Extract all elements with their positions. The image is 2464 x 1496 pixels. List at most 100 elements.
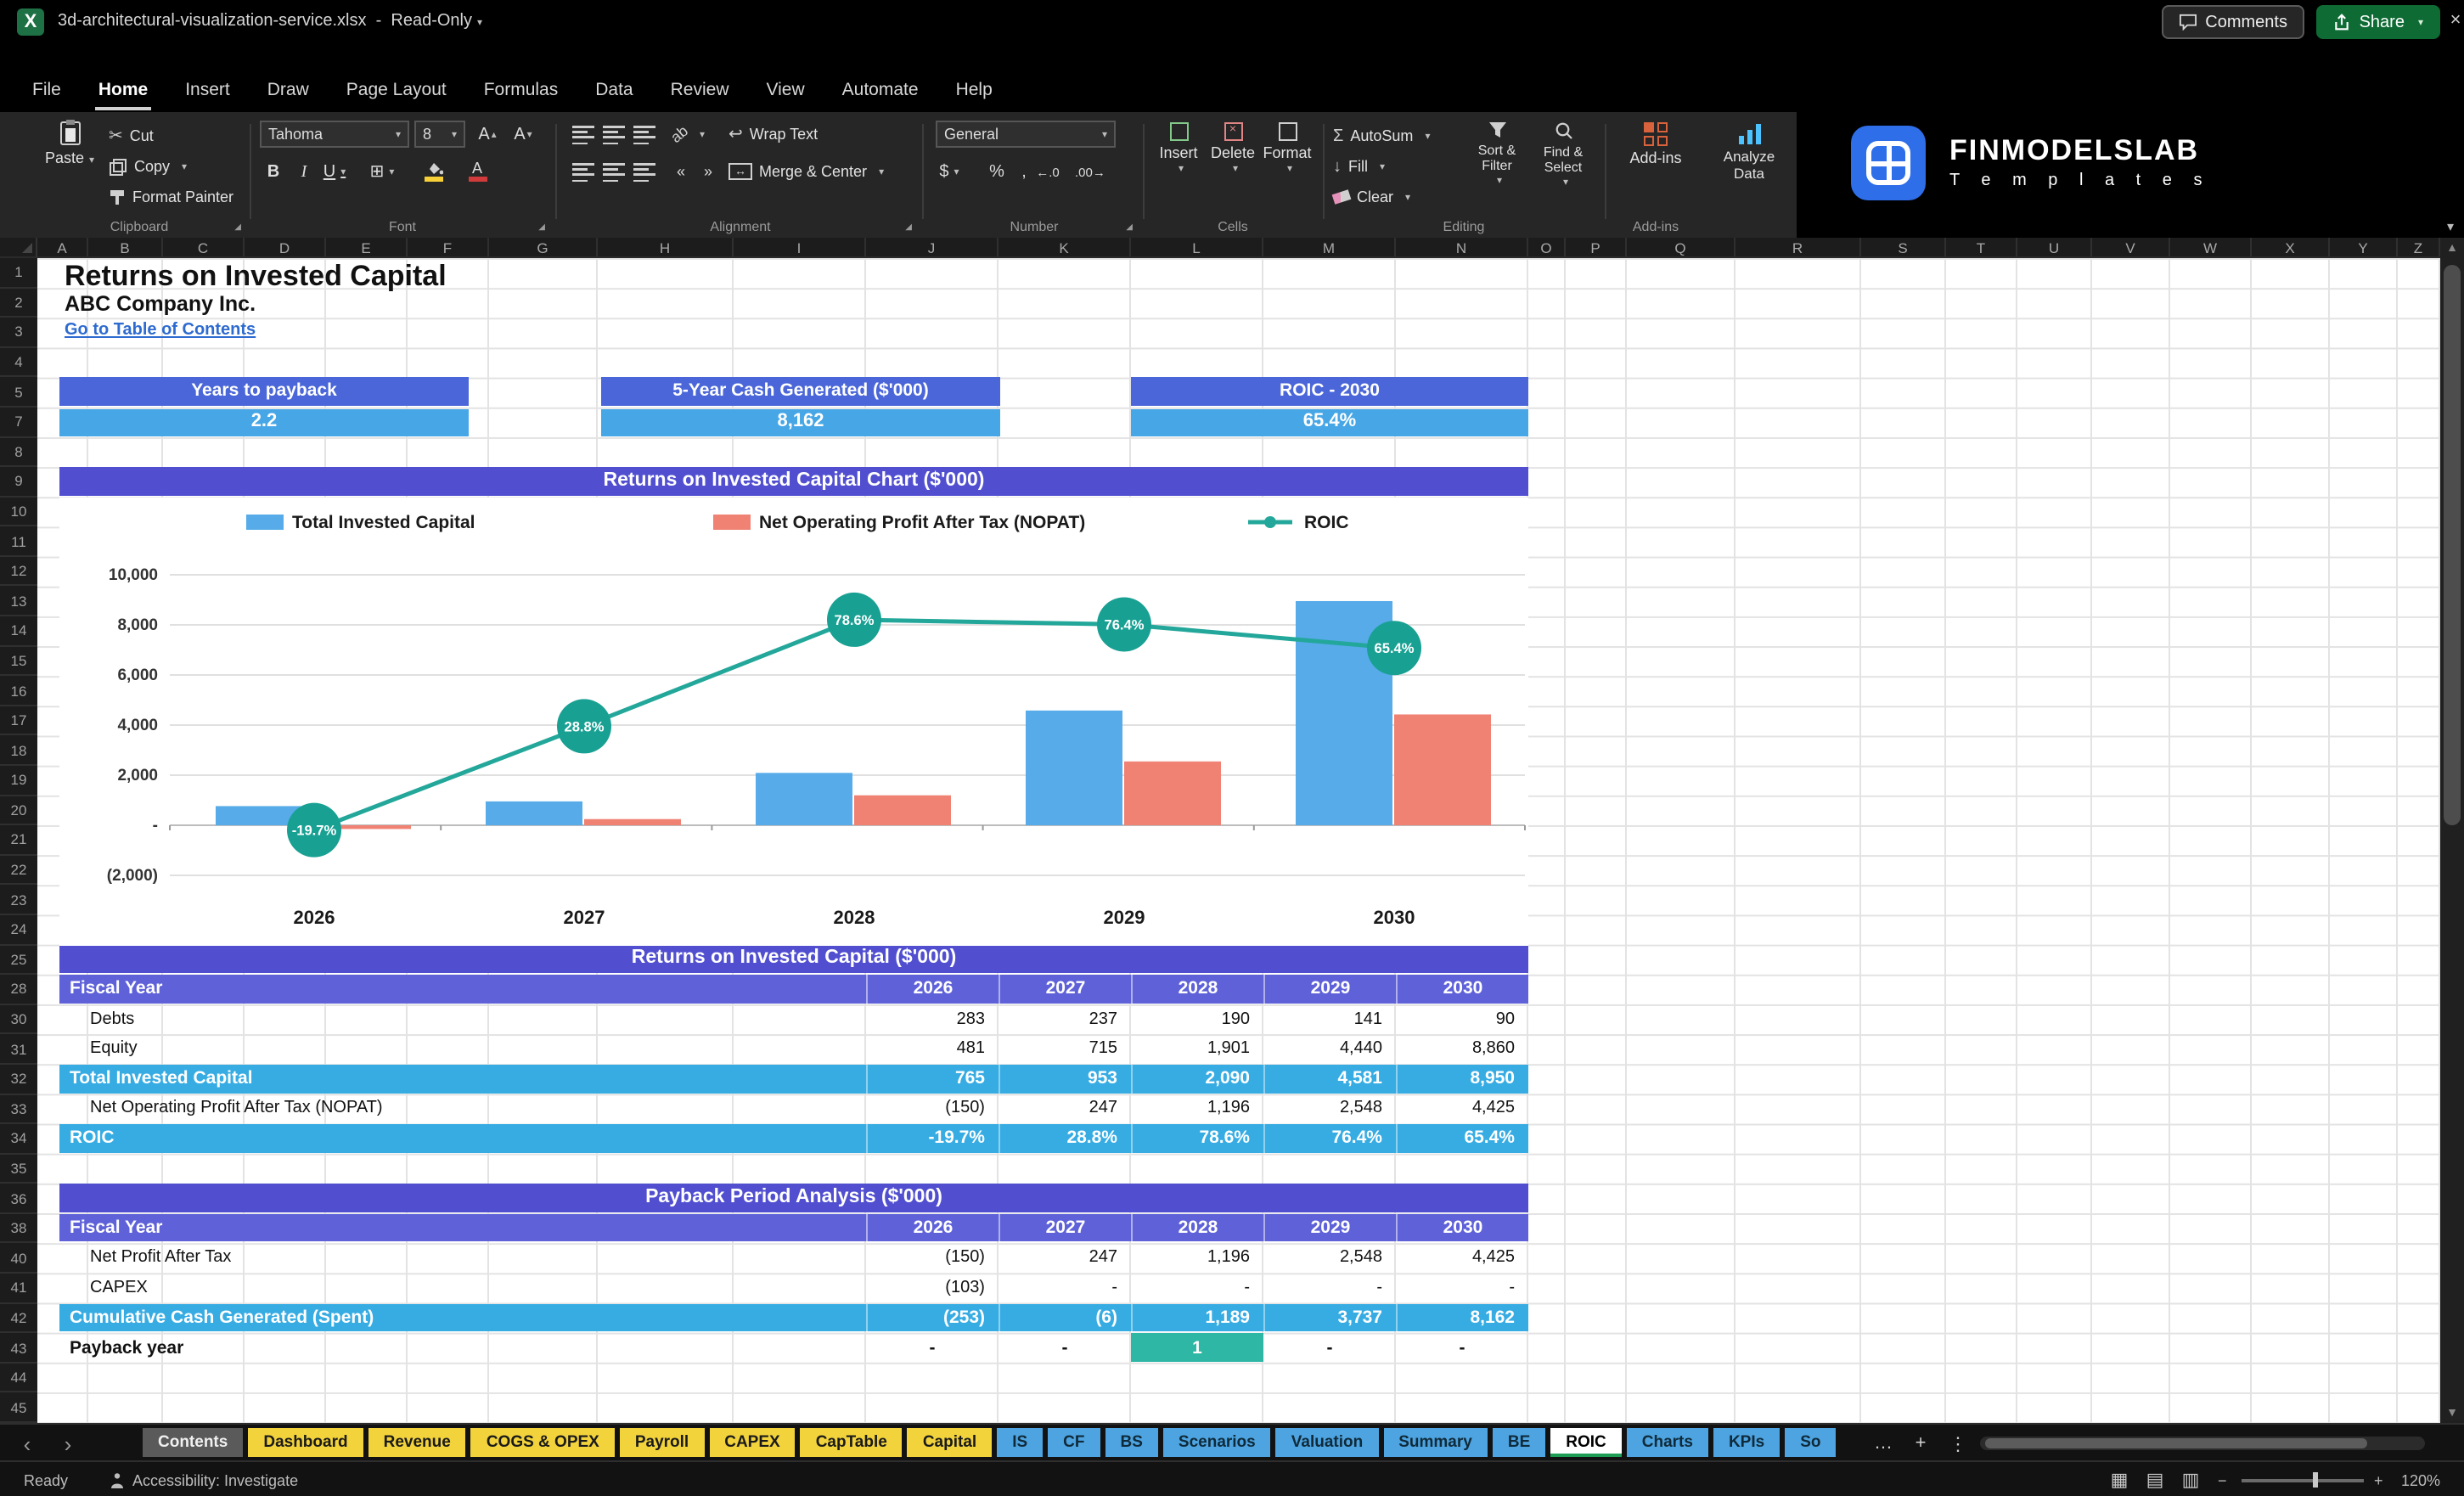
collapse-ribbon-icon[interactable]: ▾ xyxy=(2447,219,2454,234)
menu-tab-help[interactable]: Help xyxy=(937,68,1011,112)
delete-cells-button[interactable]: × Delete ▾ xyxy=(1207,122,1258,177)
decrease-indent-button[interactable]: « xyxy=(667,158,695,185)
row-header-3[interactable]: 3 xyxy=(0,318,37,348)
column-header-F[interactable]: F xyxy=(408,238,489,256)
year-header[interactable]: 2029 xyxy=(1263,975,1396,1004)
row-header-11[interactable]: 11 xyxy=(0,527,37,557)
cell-value[interactable]: 481 xyxy=(866,1035,999,1063)
row-header-13[interactable]: 13 xyxy=(0,587,37,617)
column-header-M[interactable]: M xyxy=(1263,238,1396,256)
column-header-P[interactable]: P xyxy=(1566,238,1627,256)
close-button[interactable]: × xyxy=(2439,0,2464,41)
cell-value[interactable]: 4,440 xyxy=(1263,1035,1396,1063)
cell-value[interactable]: 2,548 xyxy=(1263,1244,1396,1272)
cell-value[interactable]: (6) xyxy=(999,1303,1131,1332)
row-header-1[interactable]: 1 xyxy=(0,258,37,289)
sheet-tab-captable[interactable]: CapTable xyxy=(800,1428,903,1457)
sheet-tab-is[interactable]: IS xyxy=(997,1428,1044,1457)
row-header-20[interactable]: 20 xyxy=(0,796,37,826)
row-header-35[interactable]: 35 xyxy=(0,1154,37,1184)
merge-center-button[interactable]: ↔ Merge & Center ▾ xyxy=(729,158,884,185)
table-of-contents-link[interactable]: Go to Table of Contents xyxy=(65,321,438,343)
share-button[interactable]: Share ▾ xyxy=(2316,5,2440,39)
row-header-30[interactable]: 30 xyxy=(0,1004,37,1035)
cell-value[interactable]: -19.7% xyxy=(866,1124,999,1153)
year-header[interactable]: 2028 xyxy=(1131,1213,1263,1242)
zoom-slider[interactable] xyxy=(2242,1462,2364,1496)
comments-button[interactable]: Comments xyxy=(2161,5,2304,39)
italic-button[interactable]: I xyxy=(290,158,318,185)
column-header-N[interactable]: N xyxy=(1396,238,1528,256)
menu-tab-data[interactable]: Data xyxy=(577,68,651,112)
clear-button[interactable]: Clear ▾ xyxy=(1331,183,1410,211)
column-header-A[interactable]: A xyxy=(37,238,88,256)
sheet-tab-charts[interactable]: Charts xyxy=(1626,1428,1708,1457)
cut-button[interactable]: ✂ Cut xyxy=(109,122,154,149)
align-bottom-icon[interactable] xyxy=(633,126,655,144)
row-header-24[interactable]: 24 xyxy=(0,915,37,946)
cell-value[interactable]: (253) xyxy=(866,1303,999,1332)
year-header[interactable]: 2030 xyxy=(1396,1213,1528,1242)
page-break-view-button[interactable]: ▥ xyxy=(2177,1462,2204,1496)
align-center-icon[interactable] xyxy=(603,163,625,182)
column-header-H[interactable]: H xyxy=(598,238,734,256)
cell-value[interactable]: 4,581 xyxy=(1263,1064,1396,1093)
column-header-V[interactable]: V xyxy=(2092,238,2170,256)
underline-button[interactable]: U ▾ xyxy=(321,158,348,185)
sheet-grid[interactable]: Returns on Invested Capital ABC Company I… xyxy=(37,258,2440,1423)
paste-button[interactable]: Paste ▾ xyxy=(37,119,102,211)
cell-value[interactable]: 2,548 xyxy=(1263,1094,1396,1122)
column-header-Y[interactable]: Y xyxy=(2330,238,2398,256)
year-header[interactable]: 2026 xyxy=(866,1213,999,1242)
year-header[interactable]: 2030 xyxy=(1396,975,1528,1004)
column-header-G[interactable]: G xyxy=(489,238,598,256)
page-layout-view-button[interactable]: ▤ xyxy=(2141,1462,2169,1496)
font-color-button[interactable]: A xyxy=(464,158,491,185)
wrap-text-button[interactable]: ↩ Wrap Text xyxy=(729,121,818,148)
orientation-button[interactable]: ab ▾ xyxy=(667,121,705,148)
cell-value[interactable]: 1,196 xyxy=(1131,1094,1263,1122)
vertical-scrollbar[interactable]: ▲ ▼ xyxy=(2440,238,2464,1423)
fill-button[interactable]: ↓ Fill ▾ xyxy=(1333,153,1385,180)
column-header-E[interactable]: E xyxy=(326,238,408,256)
column-header-C[interactable]: C xyxy=(163,238,245,256)
cell-value[interactable]: - xyxy=(866,1333,999,1361)
vertical-scroll-thumb[interactable] xyxy=(2444,265,2461,825)
row-header-16[interactable]: 16 xyxy=(0,677,37,706)
cell-value[interactable]: 283 xyxy=(866,1004,999,1032)
sheet-tab-be[interactable]: BE xyxy=(1492,1428,1546,1457)
column-header-K[interactable]: K xyxy=(999,238,1131,256)
cell-value[interactable]: 190 xyxy=(1131,1004,1263,1032)
sheet-tab-cf[interactable]: CF xyxy=(1048,1428,1100,1457)
title-dropdown-icon[interactable]: ▾ xyxy=(477,19,482,29)
percent-format-button[interactable]: % xyxy=(983,158,1010,185)
sheet-menu-button[interactable]: ⋮ xyxy=(1943,1428,1973,1459)
row-header-2[interactable]: 2 xyxy=(0,288,37,318)
cell-value[interactable]: - xyxy=(999,1333,1131,1361)
menu-tab-automate[interactable]: Automate xyxy=(824,68,937,112)
sheet-tab-roic[interactable]: ROIC xyxy=(1550,1428,1622,1457)
scroll-down-icon[interactable]: ▼ xyxy=(2440,1403,2464,1423)
row-header-15[interactable]: 15 xyxy=(0,646,37,677)
column-header-B[interactable]: B xyxy=(88,238,163,256)
year-header[interactable]: 2027 xyxy=(999,1213,1131,1242)
year-header[interactable]: 2028 xyxy=(1131,975,1263,1004)
format-cells-button[interactable]: Format ▾ xyxy=(1262,122,1313,177)
column-header-R[interactable]: R xyxy=(1735,238,1861,256)
font-family-select[interactable]: Tahoma ▾ xyxy=(260,121,409,148)
cell-value[interactable]: 765 xyxy=(866,1064,999,1093)
increase-indent-button[interactable]: » xyxy=(695,158,722,185)
row-header-40[interactable]: 40 xyxy=(0,1244,37,1274)
cell-value[interactable]: 90 xyxy=(1396,1004,1528,1032)
column-header-S[interactable]: S xyxy=(1861,238,1946,256)
sheet-tab-so[interactable]: So xyxy=(1785,1428,1837,1457)
row-header-41[interactable]: 41 xyxy=(0,1274,37,1304)
shrink-font-button[interactable]: A ▾ xyxy=(509,121,537,148)
column-header-X[interactable]: X xyxy=(2252,238,2330,256)
cell-value[interactable]: 4,425 xyxy=(1396,1094,1528,1122)
row-header-44[interactable]: 44 xyxy=(0,1364,37,1393)
cell-value[interactable]: (150) xyxy=(866,1094,999,1122)
cell-value[interactable]: (103) xyxy=(866,1274,999,1302)
column-header-Z[interactable]: Z xyxy=(2398,238,2440,256)
cell-value[interactable]: - xyxy=(1263,1333,1396,1361)
